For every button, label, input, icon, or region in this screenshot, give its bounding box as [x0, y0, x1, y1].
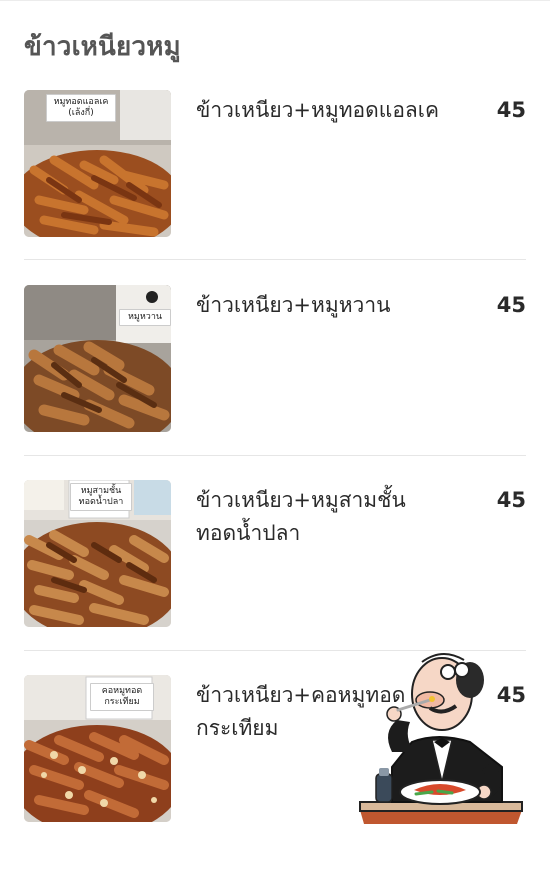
thumb-sign: หมูสามชั้น ทอดน้ำปลา — [70, 483, 132, 511]
item-name: ข้าวเหนียว+หมูทอดแอลเค — [196, 98, 440, 122]
item-name: ข้าวเหนียว+หมูสามชั้นทอดน้ำปลา — [196, 488, 406, 545]
top-border — [0, 0, 550, 1]
thumb-sign: หมูทอดแอลเค (เล้งกี่) — [46, 94, 116, 122]
divider — [24, 259, 526, 260]
chef-eating-icon — [352, 642, 530, 830]
section-title: ข้าวเหนียวหมู — [24, 32, 181, 62]
item-price: 45 — [496, 293, 526, 317]
item-price: 45 — [496, 488, 526, 512]
thumb-sign: คอหมูทอด กระเทียม — [90, 683, 154, 711]
sweet-pork-photo: หมูหวาน — [24, 285, 171, 432]
divider — [24, 455, 526, 456]
garlic-pork-neck-photo: คอหมูทอด กระเทียม — [24, 675, 171, 822]
thumb-sign: หมูหวาน — [119, 309, 171, 326]
item-price: 45 — [496, 98, 526, 122]
menu-item[interactable]: หมูหวาน ข้าวเหนียว+หมูหวาน 45 — [0, 285, 550, 481]
menu-item[interactable]: หมูทอดแอลเค (เล้งกี่) ข้าวเหนียว+หมูทอดแ… — [0, 90, 550, 286]
pork-belly-photo: หมูสามชั้น ทอดน้ำปลา — [24, 480, 171, 627]
fried-pork-photo: หมูทอดแอลเค (เล้งกี่) — [24, 90, 171, 237]
item-name: ข้าวเหนียว+หมูหวาน — [196, 293, 391, 317]
